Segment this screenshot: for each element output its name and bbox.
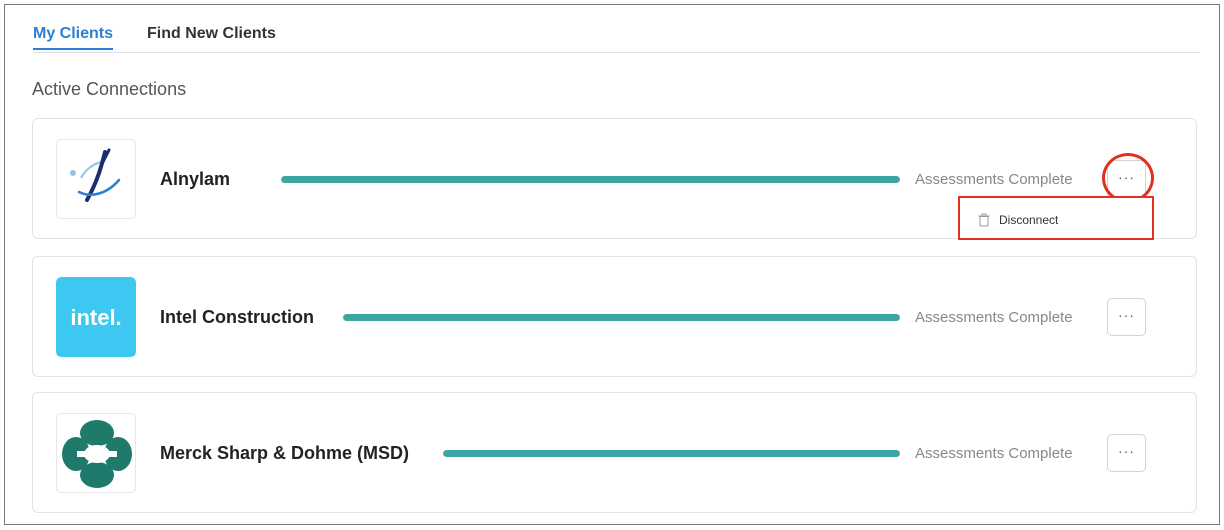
progress-fill — [443, 450, 900, 457]
ellipsis-icon: ··· — [1118, 443, 1135, 459]
status-label: Assessments Complete — [915, 445, 1073, 462]
progress-fill — [281, 176, 900, 183]
progress-bar — [343, 314, 900, 321]
disconnect-menu-item[interactable]: Disconnect — [978, 211, 1058, 229]
tab-find-new-clients[interactable]: Find New Clients — [147, 25, 276, 43]
tab-bar: My Clients Find New Clients — [33, 5, 1200, 53]
progress-bar — [443, 450, 900, 457]
intel-logo: intel. — [56, 277, 136, 357]
client-name: Alnylam — [160, 169, 231, 189]
more-options-button[interactable]: ··· — [1107, 298, 1146, 336]
intel-logo-text: intel. — [70, 305, 121, 330]
client-name: Merck Sharp & Dohme (MSD) — [160, 443, 410, 463]
progress-bar — [281, 176, 900, 183]
more-options-button[interactable]: ··· — [1107, 434, 1146, 472]
client-card-intel: intel. Intel Construction Assessments Co… — [32, 256, 1197, 377]
clients-panel: My Clients Find New Clients Active Conne… — [4, 4, 1220, 525]
ellipsis-icon: ··· — [1118, 307, 1135, 323]
alnylam-logo — [56, 139, 136, 219]
more-options-button[interactable]: ··· — [1107, 160, 1146, 198]
msd-logo — [56, 413, 136, 493]
disconnect-label: Disconnect — [999, 213, 1059, 227]
status-label: Assessments Complete — [915, 309, 1073, 326]
client-name: Intel Construction — [160, 307, 314, 327]
progress-fill — [343, 314, 900, 321]
section-title: Active Connections — [32, 79, 187, 99]
options-dropdown: Disconnect — [958, 196, 1154, 240]
trash-icon — [978, 213, 990, 227]
client-card-msd: Merck Sharp & Dohme (MSD) Assessments Co… — [32, 392, 1197, 513]
tab-my-clients[interactable]: My Clients — [33, 25, 114, 50]
ellipsis-icon: ··· — [1118, 169, 1135, 185]
status-label: Assessments Complete — [915, 171, 1073, 188]
